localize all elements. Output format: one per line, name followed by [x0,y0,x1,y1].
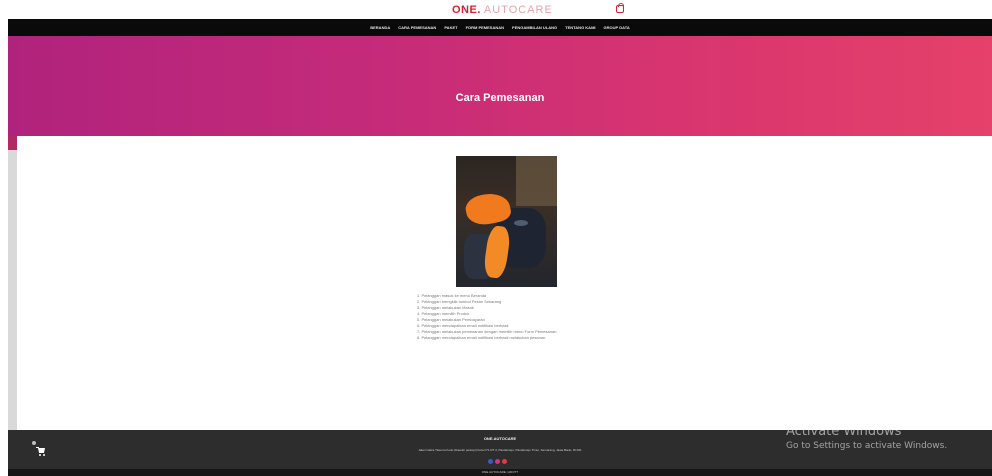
page-scrollbar[interactable] [8,136,17,430]
hero-banner: Cara Pemesanan [8,36,992,136]
brand-logo[interactable]: ONE. AUTOCARE [452,4,553,16]
nav-item-paket[interactable]: PAKET [444,25,457,30]
nav-item-group-data[interactable]: GROUP DATA [604,25,630,30]
nav-item-form-pemesanan[interactable]: FORM PEMESANAN [466,25,504,30]
product-photo [456,156,557,287]
nav-item-pengambilan-ulang[interactable]: PENGAMBILAN ULANG [512,25,557,30]
youtube-icon[interactable] [502,459,507,464]
main-nav: BERANDA CARA PEMESANAN PAKET FORM PEMESA… [8,19,992,36]
copyright-text: ONE.AUTOCARE | ADOTT [481,470,519,474]
copyright-bar: ONE.AUTOCARE | ADOTT [8,469,992,476]
photo-background [516,156,557,206]
social-links [488,459,507,464]
cart-wheel [39,454,41,456]
nav-item-beranda[interactable]: BERANDA [370,25,390,30]
cart-wheel [43,454,45,456]
cart-basket [38,448,45,453]
watermark-title: Activate Windows [786,424,902,439]
page-title: Cara Pemesanan [455,92,545,104]
shopping-bag-icon[interactable] [616,3,624,13]
top-header: ONE. AUTOCARE [0,0,992,19]
list-item: 8. Pelanggan mendapatkan email notifikas… [417,335,546,340]
instagram-icon[interactable] [495,459,500,464]
order-steps-list: 1. Pelanggan masuk ke menu Beranda 2. Pe… [417,293,556,341]
facebook-icon[interactable] [488,459,493,464]
nav-item-cara-pemesanan[interactable]: CARA PEMESANAN [398,25,436,30]
nav-item-tentang-kami[interactable]: TENTANG KAMI [565,25,595,30]
photo-highlight [514,220,528,226]
watermark-subtitle: Go to Settings to activate Windows. [786,441,948,451]
brand-logo-light: AUTOCARE [483,4,553,16]
cart-count-badge [32,441,36,445]
photo-cloth-fold [482,224,512,280]
brand-logo-bold: ONE. [452,4,481,16]
cart-handle [36,447,39,448]
cart-icon[interactable] [36,446,47,457]
windows-activation-watermark: Activate Windows Go to Settings to activ… [786,424,947,452]
